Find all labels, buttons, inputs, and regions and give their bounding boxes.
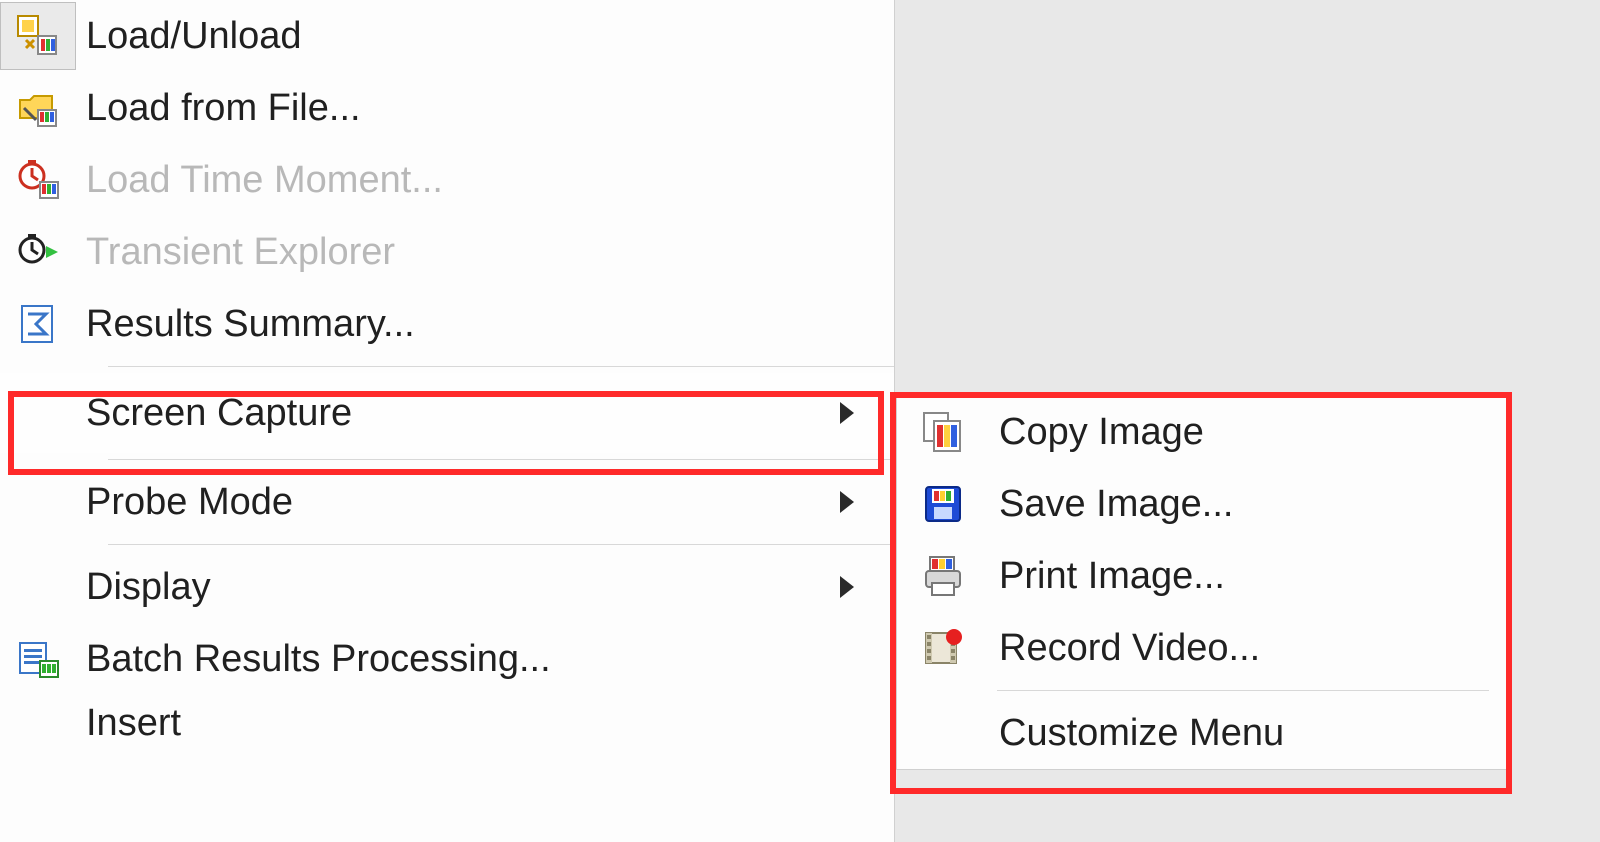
menu-item-label: Batch Results Processing... bbox=[76, 638, 880, 681]
copy-image-icon bbox=[897, 409, 989, 455]
context-menu: Load/Unload Load from File... bbox=[0, 0, 895, 842]
submenu-item-label: Print Image... bbox=[989, 555, 1495, 598]
menu-item-label: Probe Mode bbox=[76, 481, 840, 524]
submenu-separator bbox=[997, 690, 1489, 691]
submenu-arrow-icon bbox=[840, 491, 854, 513]
transient-explorer-icon bbox=[0, 230, 76, 274]
menu-item-label: Load/Unload bbox=[76, 15, 880, 58]
print-image-icon bbox=[897, 553, 989, 599]
menu-separator bbox=[108, 366, 894, 367]
menu-separator bbox=[108, 544, 894, 545]
batch-icon bbox=[0, 637, 76, 681]
submenu-item-copy-image[interactable]: Copy Image bbox=[897, 396, 1509, 468]
submenu-item-save-image[interactable]: Save Image... bbox=[897, 468, 1509, 540]
submenu-item-print-image[interactable]: Print Image... bbox=[897, 540, 1509, 612]
menu-item-label: Display bbox=[76, 566, 840, 609]
submenu-item-record-video[interactable]: Record Video... bbox=[897, 612, 1509, 684]
menu-item-load-unload[interactable]: Load/Unload bbox=[0, 0, 894, 72]
menu-item-label: Insert bbox=[76, 702, 840, 745]
menu-item-load-time-moment: Load Time Moment... bbox=[0, 144, 894, 216]
load-unload-icon bbox=[0, 2, 76, 70]
submenu-arrow-icon bbox=[840, 576, 854, 598]
menu-item-probe-mode[interactable]: Probe Mode bbox=[0, 466, 894, 538]
menu-item-screen-capture[interactable]: Screen Capture bbox=[0, 373, 894, 453]
submenu-item-label: Customize Menu bbox=[989, 712, 1495, 755]
record-video-icon bbox=[897, 625, 989, 671]
submenu-arrow-icon bbox=[840, 402, 854, 424]
menu-item-label: Results Summary... bbox=[76, 303, 880, 346]
submenu-item-label: Copy Image bbox=[989, 411, 1495, 454]
menu-item-label: Load Time Moment... bbox=[76, 159, 880, 202]
menu-item-results-summary[interactable]: Results Summary... bbox=[0, 288, 894, 360]
time-moment-icon bbox=[0, 158, 76, 202]
menu-item-insert[interactable]: Insert bbox=[0, 695, 894, 751]
load-file-icon bbox=[0, 86, 76, 130]
submenu-screen-capture: Copy Image Save Image... bbox=[896, 395, 1510, 770]
submenu-item-label: Save Image... bbox=[989, 483, 1495, 526]
menu-item-label: Transient Explorer bbox=[76, 231, 880, 274]
save-image-icon bbox=[897, 481, 989, 527]
menu-item-transient-explorer: Transient Explorer bbox=[0, 216, 894, 288]
submenu-item-customize-menu[interactable]: Customize Menu bbox=[897, 697, 1509, 769]
submenu-item-label: Record Video... bbox=[989, 627, 1495, 670]
menu-item-display[interactable]: Display bbox=[0, 551, 894, 623]
menu-item-label: Screen Capture bbox=[76, 392, 840, 435]
menu-separator bbox=[108, 459, 894, 460]
sigma-icon bbox=[0, 302, 76, 346]
menu-item-label: Load from File... bbox=[76, 87, 880, 130]
menu-item-load-from-file[interactable]: Load from File... bbox=[0, 72, 894, 144]
menu-item-batch-results-processing[interactable]: Batch Results Processing... bbox=[0, 623, 894, 695]
